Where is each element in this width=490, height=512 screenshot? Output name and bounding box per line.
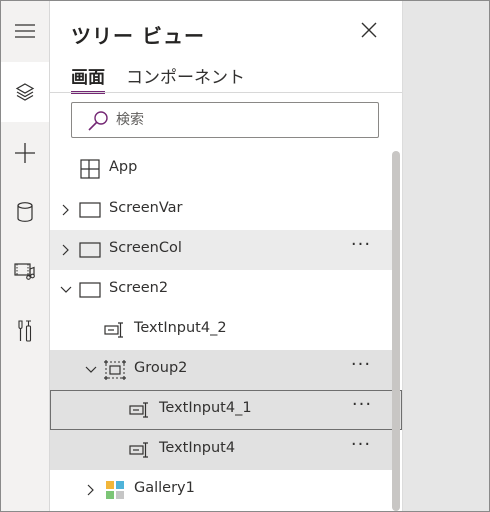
app-icon — [79, 159, 101, 179]
tree-item-textinput4[interactable]: TextInput4 ··· — [50, 430, 392, 470]
tab-screens[interactable]: 画面 — [71, 63, 105, 88]
chevron-right-icon[interactable] — [59, 243, 73, 257]
more-options-button[interactable]: ··· — [348, 436, 374, 458]
tab-components[interactable]: コンポーネント — [126, 63, 245, 88]
panel-title: ツリー ビュー — [71, 24, 205, 48]
left-rail — [1, 1, 50, 511]
insert-button[interactable] — [1, 123, 49, 183]
tree-view-panel: ツリー ビュー 画面 コンポーネント App — [50, 1, 403, 511]
tree-item-group2[interactable]: Group2 ··· — [50, 350, 392, 390]
close-button[interactable] — [358, 21, 380, 43]
chevron-right-icon[interactable] — [59, 203, 73, 217]
search-icon — [87, 110, 109, 136]
search-box[interactable] — [71, 102, 379, 138]
more-options-button[interactable]: ··· — [348, 236, 374, 258]
chevron-right-icon[interactable] — [84, 483, 98, 497]
database-icon — [17, 202, 33, 222]
tools-button[interactable] — [1, 301, 49, 361]
tree-item-textinput4-1[interactable]: TextInput4_1 ··· — [50, 390, 402, 430]
advanced-tools-icon — [17, 320, 33, 342]
canvas-area — [403, 1, 489, 511]
text-input-icon — [104, 320, 126, 340]
screen-icon — [79, 240, 101, 260]
tree-item-app[interactable]: App — [50, 149, 392, 189]
tree-item-screencol[interactable]: ScreenCol ··· — [50, 230, 392, 270]
tree-item-label: App — [109, 159, 138, 175]
tree-item-label: TextInput4_2 — [134, 320, 227, 336]
tree-view-button[interactable] — [1, 62, 49, 122]
tree-item-label: Group2 — [134, 360, 188, 376]
screen-icon — [79, 280, 101, 300]
tree-item-label: Screen2 — [109, 280, 169, 296]
menu-button[interactable] — [1, 1, 49, 61]
chevron-down-icon[interactable] — [59, 283, 73, 297]
tree-item-label: Gallery1 — [134, 480, 195, 496]
plus-insert-icon — [15, 143, 35, 163]
tree-item-gallery1[interactable]: Gallery1 — [50, 470, 392, 510]
app-window: ツリー ビュー 画面 コンポーネント App — [0, 0, 490, 512]
text-input-icon — [129, 440, 151, 460]
tree-item-textinput4-2[interactable]: TextInput4_2 — [50, 310, 392, 350]
tree-item-label: TextInput4_1 — [159, 400, 252, 416]
more-options-button[interactable]: ··· — [348, 356, 374, 378]
media-button[interactable] — [1, 241, 49, 301]
search-input[interactable] — [116, 108, 366, 132]
divider — [50, 92, 402, 93]
layers-tree-view-icon — [15, 82, 35, 102]
media-icon — [14, 261, 36, 281]
screen-icon — [79, 200, 101, 220]
close-icon — [361, 22, 377, 42]
gallery-icon — [104, 480, 126, 500]
scrollbar-thumb[interactable] — [392, 151, 400, 511]
tree-item-screen2[interactable]: Screen2 — [50, 270, 392, 310]
chevron-down-icon[interactable] — [84, 363, 98, 377]
tree-item-label: ScreenCol — [109, 240, 182, 256]
data-button[interactable] — [1, 182, 49, 242]
text-input-icon — [129, 400, 151, 420]
more-options-button[interactable]: ··· — [349, 396, 375, 418]
hamburger-menu-icon — [15, 24, 35, 38]
tree-item-label: ScreenVar — [109, 200, 183, 216]
scrollbar[interactable] — [392, 151, 400, 511]
tree-item-label: TextInput4 — [159, 440, 236, 456]
tree-item-screenvar[interactable]: ScreenVar — [50, 190, 392, 230]
group-icon — [104, 360, 126, 380]
